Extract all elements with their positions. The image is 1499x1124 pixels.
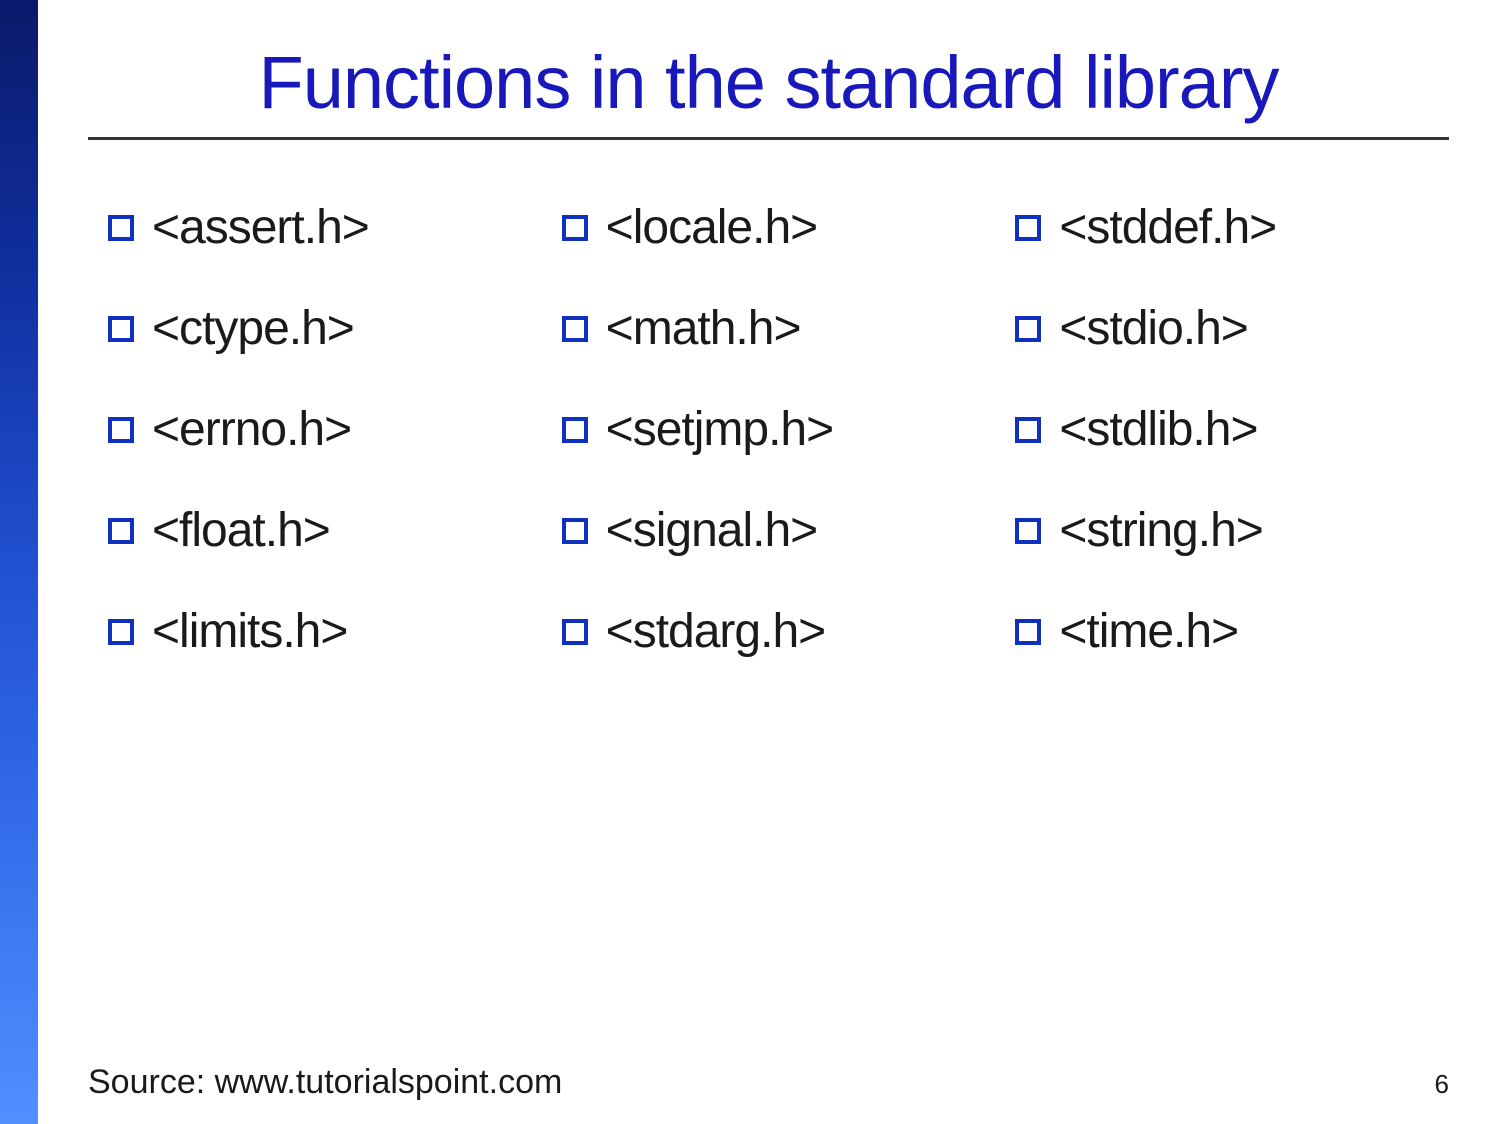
square-bullet-icon [562,215,588,241]
header-text: <float.h> [152,503,330,558]
header-text: <setjmp.h> [606,402,833,457]
square-bullet-icon [108,619,134,645]
columns-container: <assert.h> <ctype.h> <errno.h> <float.h>… [88,200,1449,705]
header-text: <stdarg.h> [606,604,826,659]
list-item: <stdarg.h> [562,604,996,659]
list-item: <time.h> [1015,604,1449,659]
list-item: <locale.h> [562,200,996,255]
square-bullet-icon [1015,518,1041,544]
square-bullet-icon [1015,316,1041,342]
list-item: <stdio.h> [1015,301,1449,356]
square-bullet-icon [562,518,588,544]
header-text: <string.h> [1059,503,1262,558]
header-text: <locale.h> [606,200,818,255]
column-1: <assert.h> <ctype.h> <errno.h> <float.h>… [108,200,542,705]
list-item: <float.h> [108,503,542,558]
square-bullet-icon [1015,417,1041,443]
slide-title: Functions in the standard library [88,40,1449,140]
list-item: <stddef.h> [1015,200,1449,255]
header-text: <signal.h> [606,503,818,558]
page-number: 6 [1435,1069,1449,1100]
square-bullet-icon [562,417,588,443]
square-bullet-icon [1015,619,1041,645]
column-2: <locale.h> <math.h> <setjmp.h> <signal.h… [562,200,996,705]
square-bullet-icon [562,316,588,342]
header-text: <stddef.h> [1059,200,1276,255]
slide-footer: Source: www.tutorialspoint.com 6 [88,1063,1449,1102]
header-text: <stdio.h> [1059,301,1247,356]
header-text: <limits.h> [152,604,347,659]
list-item: <errno.h> [108,402,542,457]
list-item: <ctype.h> [108,301,542,356]
column-3: <stddef.h> <stdio.h> <stdlib.h> <string.… [1015,200,1449,705]
header-text: <errno.h> [152,402,351,457]
left-gradient-bar [0,0,38,1124]
header-text: <assert.h> [152,200,369,255]
list-item: <assert.h> [108,200,542,255]
list-item: <signal.h> [562,503,996,558]
list-item: <stdlib.h> [1015,402,1449,457]
header-text: <stdlib.h> [1059,402,1257,457]
square-bullet-icon [1015,215,1041,241]
list-item: <math.h> [562,301,996,356]
source-citation: Source: www.tutorialspoint.com [88,1063,562,1102]
list-item: <string.h> [1015,503,1449,558]
square-bullet-icon [108,518,134,544]
slide-content: Functions in the standard library <asser… [38,0,1499,1124]
list-item: <limits.h> [108,604,542,659]
header-text: <math.h> [606,301,801,356]
square-bullet-icon [108,417,134,443]
square-bullet-icon [108,215,134,241]
header-text: <ctype.h> [152,301,354,356]
header-text: <time.h> [1059,604,1238,659]
square-bullet-icon [108,316,134,342]
list-item: <setjmp.h> [562,402,996,457]
square-bullet-icon [562,619,588,645]
